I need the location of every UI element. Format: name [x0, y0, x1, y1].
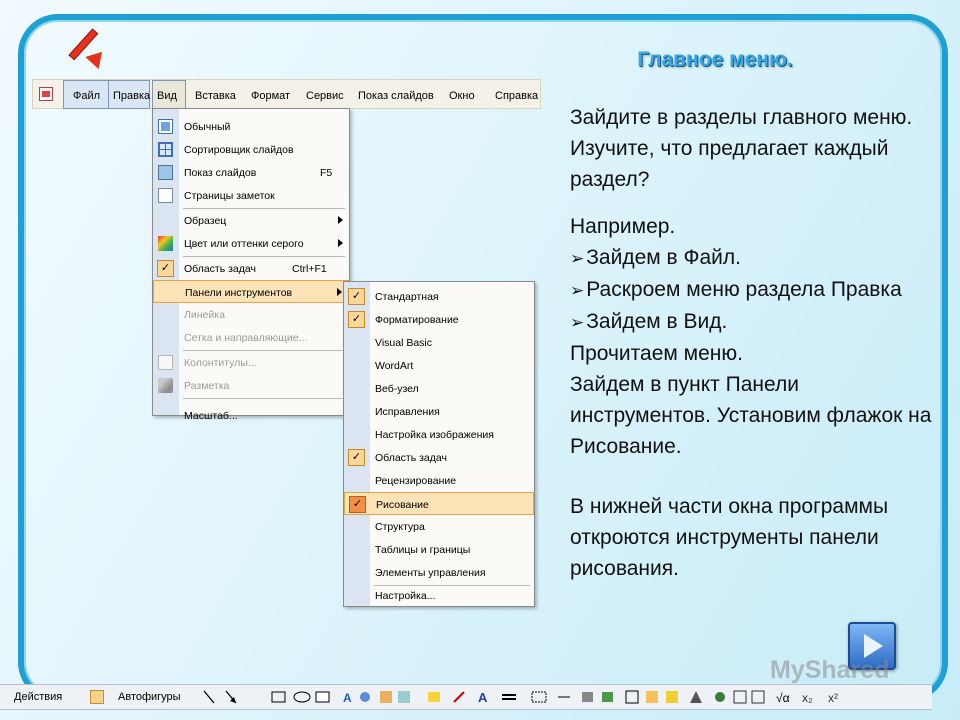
line-color-icon [453, 691, 465, 703]
clipart-icon [380, 691, 392, 703]
svg-text:x₂: x₂ [802, 691, 813, 705]
menu-window[interactable]: Окно [449, 90, 475, 102]
view-menu-item[interactable]: Сортировщик слайдов [153, 138, 349, 161]
drawing-toolbar: Действия Автофигуры A A √α x₂ x² [0, 684, 932, 710]
view-menu-item[interactable]: Масштаб... [153, 394, 349, 422]
submenu-arrow-icon [338, 239, 343, 247]
bullet-item: Зайдем в Вид. [570, 306, 940, 338]
oval-tool-icon [293, 691, 311, 703]
drawing-tools-strip: A A [203, 690, 516, 705]
select-pointer-icon[interactable] [90, 690, 104, 704]
toolbar-menu-item[interactable]: Visual Basic [344, 331, 534, 354]
toolbar-menu-item-drawing[interactable]: ✓ Рисование [344, 492, 534, 515]
line-tool-icon [203, 690, 215, 704]
toolbar-menu-item[interactable]: ✓ Стандартная [344, 285, 534, 308]
normal-view-icon [158, 119, 173, 134]
view-menu-item[interactable]: Показ слайдов F5 [153, 161, 349, 184]
slide-body: Зайдите в разделы главного меню. Изучите… [570, 102, 940, 584]
closing-paragraph: В нижней части окна программы откроются … [570, 495, 889, 580]
toolbar-menu-item[interactable]: Структура [344, 515, 534, 538]
document-icon [39, 87, 53, 101]
diagram-tool-icon [360, 692, 370, 702]
svg-text:A: A [478, 690, 488, 705]
markup-icon [158, 378, 173, 393]
toolbar-menu-item[interactable]: Настройка... [344, 584, 534, 607]
bullet-item: Зайдем в Файл. [570, 242, 940, 274]
checkmark-icon: ✓ [349, 496, 366, 513]
picture-icon [398, 691, 410, 703]
fill-color-icon [428, 692, 440, 702]
menu-help[interactable]: Справка [495, 90, 538, 102]
menu-slideshow[interactable]: Показ слайдов [358, 90, 434, 102]
toolbar-menu-item[interactable]: Исправления [344, 400, 534, 423]
slide-sorter-icon [158, 142, 173, 157]
toolbars-submenu: ✓ Стандартная ✓ Форматирование Visual Ba… [343, 281, 535, 607]
slideshow-icon [158, 165, 173, 180]
slide-title: Главное меню. [637, 48, 793, 71]
toolbar-menu-item[interactable]: ✓ Форматирование [344, 308, 534, 331]
header-footer-icon [158, 355, 173, 370]
menu-edit[interactable]: Правка [113, 90, 150, 102]
view-menu-item[interactable]: Сетка и направляющие... [153, 326, 349, 349]
view-menu-item[interactable]: Цвет или оттенки серого [153, 232, 349, 255]
menu-insert[interactable]: Вставка [195, 90, 236, 102]
toolbar-menu-item[interactable]: Таблицы и границы [344, 538, 534, 561]
toolbar-menu-item[interactable]: Веб-узел [344, 377, 534, 400]
toolbar-menu-item[interactable]: Настройка изображения [344, 423, 534, 446]
watermark-logo: MyShared [770, 656, 890, 684]
bullet-item: Раскроем меню раздела Правка [570, 274, 940, 306]
toolbar-menu-item[interactable]: WordArt [344, 354, 534, 377]
view-menu-item-toolbars[interactable]: Панели инструментов [153, 280, 349, 303]
instruction-line: Прочитаем меню. [570, 342, 743, 365]
checkmark-icon: ✓ [348, 288, 365, 305]
autoshapes-menu-button[interactable]: Автофигуры [118, 691, 181, 703]
view-menu-item[interactable]: Обычный [153, 115, 349, 138]
view-menu-item[interactable]: Страницы заметок [153, 184, 349, 207]
color-icon [158, 236, 173, 251]
view-menu: Обычный Сортировщик слайдов Показ слайдо… [152, 108, 350, 422]
instruction-line: Зайдем в пункт Панели инструментов. Уста… [570, 373, 932, 458]
view-menu-item[interactable]: Колонтитулы... [153, 351, 349, 374]
svg-text:√α: √α [776, 691, 790, 705]
toolbar-menu-item[interactable]: Элементы управления [344, 561, 534, 584]
intro-paragraph: Зайдите в разделы главного меню. Изучите… [570, 106, 913, 191]
rectangle-tool-icon [271, 691, 286, 703]
view-menu-item[interactable]: Линейка [153, 303, 349, 326]
menu-view[interactable]: Вид [157, 90, 177, 102]
toolbar-menu-item[interactable]: Рецензирование [344, 469, 534, 492]
menu-service[interactable]: Сервис [306, 90, 344, 102]
textbox-tool-icon [315, 691, 330, 703]
checkmark-icon: ✓ [348, 311, 365, 328]
drawing-tools-strip-2: √α x₂ x² [531, 690, 838, 705]
example-lead: Например. [570, 215, 676, 238]
menu-format[interactable]: Формат [251, 90, 290, 102]
menu-file[interactable]: Файл [73, 90, 100, 102]
checkmark-icon: ✓ [348, 449, 365, 466]
view-menu-item[interactable]: Образец [153, 209, 349, 232]
checkmark-icon: ✓ [157, 260, 174, 277]
toolbar-menu-item[interactable]: ✓ Область задач [344, 446, 534, 469]
actions-menu-button[interactable]: Действия [14, 691, 62, 703]
submenu-arrow-icon [337, 288, 342, 296]
notes-page-icon [158, 188, 173, 203]
submenu-arrow-icon [338, 216, 343, 224]
svg-text:A: A [343, 691, 352, 705]
svg-text:x²: x² [828, 691, 838, 705]
view-menu-item[interactable]: ✓ Область задач Ctrl+F1 [153, 257, 349, 280]
menu-bar: Файл Правка Вид Вставка Формат Сервис По… [32, 79, 541, 109]
